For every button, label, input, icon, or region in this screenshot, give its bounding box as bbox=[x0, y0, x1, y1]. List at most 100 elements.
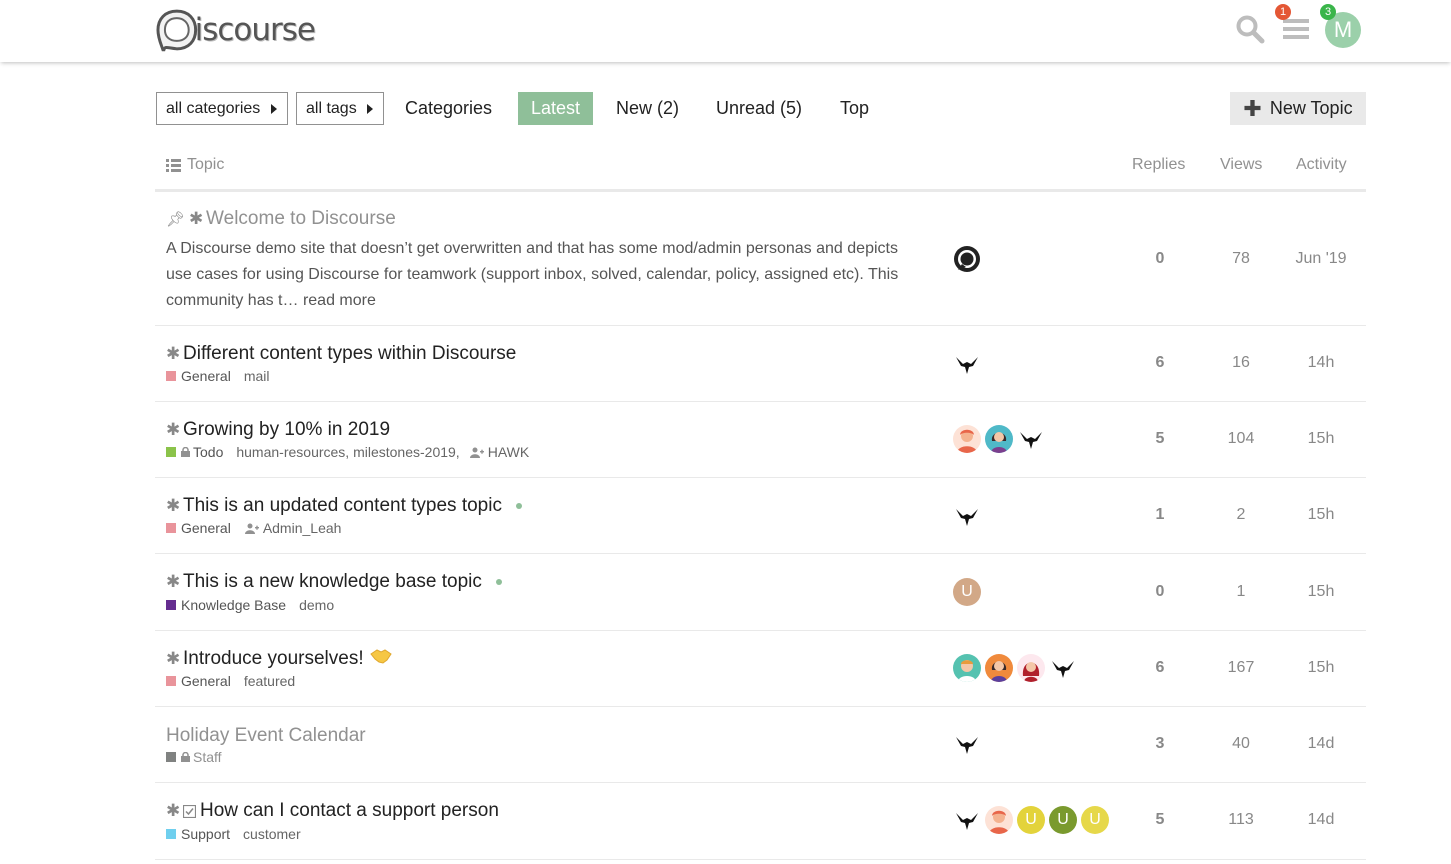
replies-count[interactable]: 6 bbox=[1130, 354, 1190, 372]
topic-list-navigation: all categories all tags Categories Lates… bbox=[155, 92, 1366, 126]
asterisk-icon: ✱ bbox=[166, 801, 181, 820]
new-topic-button[interactable]: ✚ New Topic bbox=[1230, 92, 1366, 125]
topic-posters: U U U bbox=[953, 806, 1109, 834]
assigned-user[interactable]: Admin_Leah bbox=[244, 520, 341, 536]
avatar[interactable] bbox=[985, 806, 1013, 834]
activity-time[interactable]: 15h bbox=[1291, 583, 1351, 601]
avatar[interactable] bbox=[1049, 654, 1077, 682]
replies-count[interactable]: 0 bbox=[1130, 250, 1190, 268]
caret-right-icon bbox=[271, 104, 277, 114]
assigned-user[interactable]: HAWK bbox=[469, 444, 529, 460]
tag-list[interactable]: featured bbox=[244, 673, 295, 689]
nav-new[interactable]: New (2) bbox=[603, 92, 692, 125]
topic-row[interactable]: ✱ This is a new knowledge base topic Kno… bbox=[155, 554, 1366, 631]
topic-title-link[interactable]: Introduce yourselves! bbox=[183, 648, 364, 670]
pin-icon[interactable]: 📌︎ bbox=[166, 210, 185, 228]
read-more-link[interactable]: read more bbox=[303, 292, 376, 309]
activity-time[interactable]: 14d bbox=[1291, 811, 1351, 829]
category-link[interactable]: Todo bbox=[193, 444, 223, 460]
topic-row[interactable]: 📌︎ ✱ Welcome to Discourse A Discourse de… bbox=[155, 193, 1366, 326]
replies-count[interactable]: 6 bbox=[1130, 659, 1190, 677]
views-count: 113 bbox=[1228, 811, 1254, 828]
avatar[interactable] bbox=[953, 806, 981, 834]
category-link[interactable]: Staff bbox=[193, 749, 222, 765]
topic-posters bbox=[953, 245, 981, 273]
activity-time[interactable]: 15h bbox=[1291, 430, 1351, 448]
topic-title-link[interactable]: Holiday Event Calendar bbox=[166, 725, 366, 747]
category-color-swatch bbox=[166, 829, 176, 839]
asterisk-icon: ✱ bbox=[189, 209, 204, 228]
category-link[interactable]: General bbox=[181, 520, 231, 536]
site-logo[interactable]: iscourse bbox=[155, 7, 316, 53]
category-color-swatch bbox=[166, 371, 176, 381]
search-icon[interactable] bbox=[1233, 12, 1267, 46]
avatar[interactable]: U bbox=[1049, 806, 1077, 834]
topic-posters bbox=[953, 425, 1045, 453]
views-count: 1 bbox=[1236, 583, 1246, 600]
replies-count[interactable]: 0 bbox=[1130, 583, 1190, 601]
avatar[interactable] bbox=[953, 425, 981, 453]
list-icon bbox=[166, 158, 181, 172]
plus-icon: ✚ bbox=[1243, 95, 1262, 121]
activity-time[interactable]: Jun '19 bbox=[1291, 250, 1351, 268]
topic-row[interactable]: ✱ This is an updated content types topic… bbox=[155, 478, 1366, 554]
category-link[interactable]: General bbox=[181, 673, 231, 689]
tag-list[interactable]: customer bbox=[243, 826, 301, 842]
replies-count[interactable]: 3 bbox=[1130, 735, 1190, 753]
discourse-logo-icon bbox=[156, 9, 198, 52]
avatar[interactable] bbox=[953, 730, 981, 758]
topic-title-link[interactable]: Growing by 10% in 2019 bbox=[183, 419, 390, 441]
topic-row[interactable]: Holiday Event Calendar Staff 3 40 14d bbox=[155, 707, 1366, 783]
avatar[interactable] bbox=[985, 425, 1013, 453]
category-link[interactable]: Support bbox=[181, 826, 230, 842]
activity-time[interactable]: 14d bbox=[1291, 735, 1351, 753]
nav-top[interactable]: Top bbox=[827, 92, 882, 125]
avatar[interactable] bbox=[1017, 425, 1045, 453]
topic-row[interactable]: ✱ Growing by 10% in 2019 Todo human-reso… bbox=[155, 402, 1366, 478]
topic-posters bbox=[953, 350, 981, 378]
activity-time[interactable]: 15h bbox=[1291, 659, 1351, 677]
topic-title-link[interactable]: Different content types within Discourse bbox=[183, 343, 516, 365]
topic-title-link[interactable]: This is a new knowledge base topic bbox=[183, 571, 482, 593]
replies-count[interactable]: 5 bbox=[1130, 430, 1190, 448]
avatar[interactable]: U bbox=[953, 578, 981, 606]
avatar[interactable] bbox=[953, 245, 981, 273]
nav-categories[interactable]: Categories bbox=[392, 92, 505, 125]
avatar[interactable]: U bbox=[1081, 806, 1109, 834]
avatar[interactable] bbox=[985, 654, 1013, 682]
replies-count[interactable]: 5 bbox=[1130, 811, 1190, 829]
topic-title-line: ✱ Growing by 10% in 2019 bbox=[166, 419, 390, 441]
nav-latest[interactable]: Latest bbox=[518, 92, 594, 125]
topic-row[interactable]: ✱ Introduce yourselves! General featured… bbox=[155, 631, 1366, 707]
topic-column-header[interactable]: Topic bbox=[166, 156, 224, 174]
views-column-header[interactable]: Views bbox=[1220, 156, 1262, 174]
avatar[interactable] bbox=[953, 350, 981, 378]
category-link[interactable]: Knowledge Base bbox=[181, 597, 286, 613]
avatar[interactable] bbox=[1017, 654, 1045, 682]
tag-list[interactable]: human-resources, milestones-2019, bbox=[236, 444, 459, 460]
topic-title-line: ✱ Different content types within Discour… bbox=[166, 343, 516, 365]
replies-count[interactable]: 1 bbox=[1130, 506, 1190, 524]
topic-title-link[interactable]: Welcome to Discourse bbox=[206, 208, 396, 230]
activity-time[interactable]: 14h bbox=[1291, 354, 1351, 372]
topic-meta: Knowledge Base demo bbox=[166, 597, 334, 613]
topic-row[interactable]: ✱ Different content types within Discour… bbox=[155, 326, 1366, 402]
topic-row[interactable]: ✱ How can I contact a support person Sup… bbox=[155, 783, 1366, 860]
avatar[interactable]: U bbox=[1017, 806, 1045, 834]
nav-unread[interactable]: Unread (5) bbox=[703, 92, 815, 125]
tag-list[interactable]: mail bbox=[244, 368, 270, 384]
activity-column-header[interactable]: Activity bbox=[1296, 156, 1347, 174]
category-link[interactable]: General bbox=[181, 368, 231, 384]
tag-list[interactable]: demo bbox=[299, 597, 334, 613]
category-filter-dropdown[interactable]: all categories bbox=[156, 92, 288, 125]
notifications-badge[interactable]: 1 bbox=[1275, 4, 1291, 20]
activity-time[interactable]: 15h bbox=[1291, 506, 1351, 524]
replies-column-header[interactable]: Replies bbox=[1132, 156, 1185, 174]
avatar[interactable] bbox=[953, 502, 981, 530]
avatar[interactable] bbox=[953, 654, 981, 682]
messages-badge[interactable]: 3 bbox=[1320, 4, 1336, 20]
topic-title-link[interactable]: This is an updated content types topic bbox=[183, 495, 502, 517]
tag-filter-dropdown[interactable]: all tags bbox=[296, 92, 384, 125]
topic-title-link[interactable]: How can I contact a support person bbox=[200, 800, 499, 822]
views-count: 40 bbox=[1232, 735, 1250, 752]
